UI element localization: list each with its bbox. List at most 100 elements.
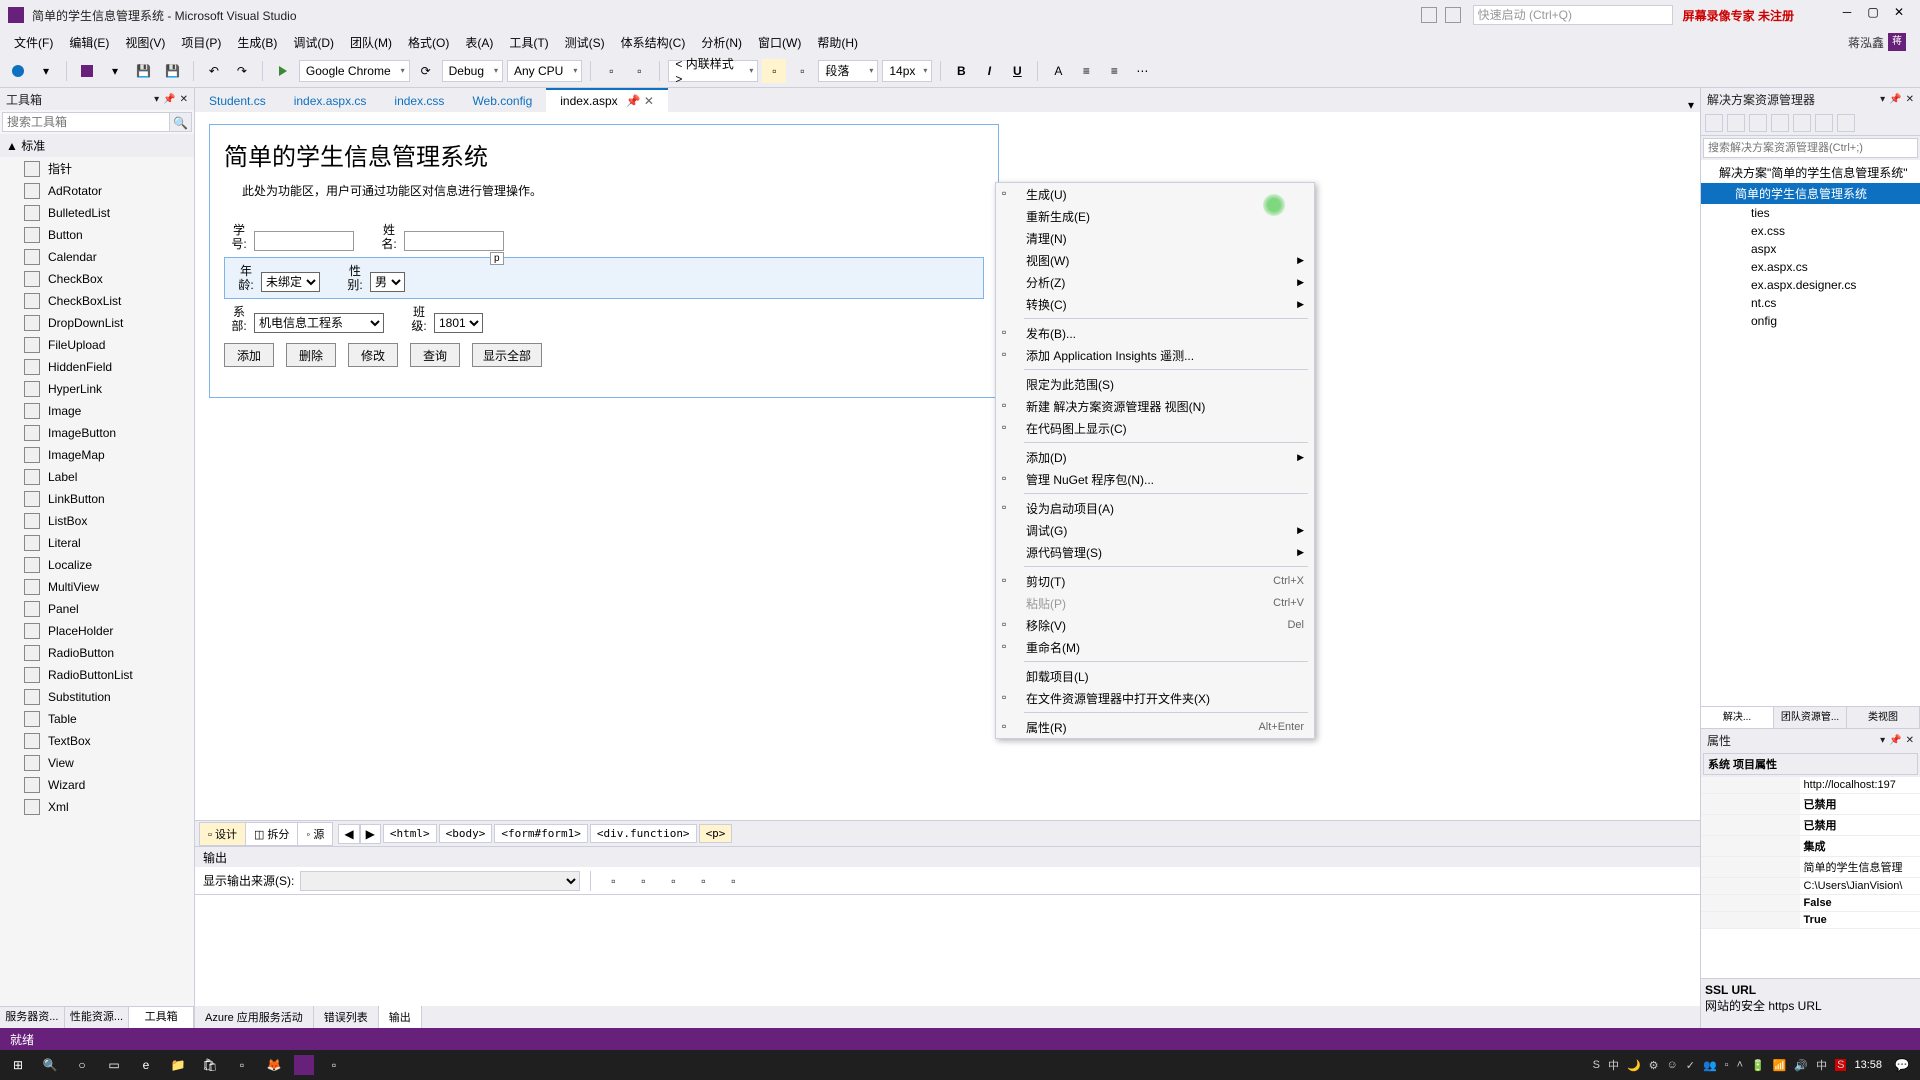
dropdown-icon[interactable]: ▾ <box>1880 94 1885 105</box>
context-menu-item[interactable]: ▫移除(V)Del <box>996 614 1314 636</box>
refresh-icon[interactable] <box>1749 114 1767 132</box>
breadcrumb-item[interactable]: <body> <box>439 824 493 843</box>
output-btn-2[interactable]: ▫ <box>631 869 655 893</box>
breadcrumb-item[interactable]: <p> <box>699 824 733 843</box>
sync-icon[interactable] <box>1727 114 1745 132</box>
class-select[interactable]: 1801 <box>434 313 483 333</box>
output-btn-1[interactable]: ▫ <box>601 869 625 893</box>
toolbox-item[interactable]: MultiView <box>0 576 194 598</box>
more-button[interactable]: ⋯ <box>1130 59 1154 83</box>
app-icon[interactable]: ▫ <box>230 1053 254 1077</box>
project-context-menu[interactable]: ▫生成(U)重新生成(E)清理(N)视图(W)▶分析(Z)▶转换(C)▶▫发布(… <box>995 182 1315 739</box>
context-menu-item[interactable]: ▫添加 Application Insights 遥测... <box>996 344 1314 366</box>
explorer-icon[interactable]: 📁 <box>166 1053 190 1077</box>
block-combo[interactable]: 段落 <box>818 60 878 82</box>
prop-value[interactable]: http://localhost:197 <box>1800 777 1920 793</box>
context-menu-item[interactable]: ▫重命名(M) <box>996 636 1314 658</box>
toolbox-item[interactable]: CheckBoxList <box>0 290 194 312</box>
toolbox-item[interactable]: Literal <box>0 532 194 554</box>
align-button[interactable]: ≡ <box>1074 59 1098 83</box>
age-select[interactable]: 未绑定 <box>261 272 320 292</box>
menu-item[interactable]: 测试(S) <box>557 31 613 54</box>
save-button[interactable]: 💾 <box>131 59 156 83</box>
context-menu-item[interactable]: 调试(G)▶ <box>996 519 1314 541</box>
fontsize-combo[interactable]: 14px <box>882 60 932 82</box>
toolbox-item[interactable]: ListBox <box>0 510 194 532</box>
tb-toggle-2[interactable]: ▫ <box>790 59 814 83</box>
menu-item[interactable]: 窗口(W) <box>750 31 809 54</box>
config-combo[interactable]: Debug <box>442 60 503 82</box>
close-button[interactable]: ✕ <box>1886 5 1912 25</box>
home-icon[interactable] <box>1705 114 1723 132</box>
context-menu-item[interactable]: ▫管理 NuGet 程序包(N)... <box>996 468 1314 490</box>
cortana-icon[interactable]: ○ <box>70 1053 94 1077</box>
toolbox-item[interactable]: Button <box>0 224 194 246</box>
toolbox-item[interactable]: RadioButton <box>0 642 194 664</box>
prop-value[interactable]: False <box>1800 895 1920 911</box>
toolbox-item[interactable]: HiddenField <box>0 356 194 378</box>
toolbox-item[interactable]: BulletedList <box>0 202 194 224</box>
fontcolor-button[interactable]: A <box>1046 59 1070 83</box>
right-panel-tab[interactable]: 类视图 <box>1847 706 1920 728</box>
output-tab[interactable]: Azure 应用服务活动 <box>195 1006 314 1028</box>
menu-item[interactable]: 视图(V) <box>117 31 173 54</box>
context-menu-item[interactable]: 清理(N) <box>996 227 1314 249</box>
toolbox-item[interactable]: Image <box>0 400 194 422</box>
underline-button[interactable]: U <box>1005 59 1029 83</box>
toolbox-tab[interactable]: 服务器资... <box>0 1007 65 1028</box>
breadcrumb-item[interactable]: <div.function> <box>590 824 697 843</box>
run-button[interactable] <box>271 59 295 83</box>
toolbox-item[interactable]: ImageButton <box>0 422 194 444</box>
app-icon-2[interactable]: ▫ <box>322 1053 346 1077</box>
output-tab[interactable]: 输出 <box>379 1006 422 1028</box>
close-icon[interactable]: ✕ <box>1906 735 1914 746</box>
document-tab[interactable]: index.aspx📌 ✕ <box>546 88 668 112</box>
new-file-button[interactable] <box>75 59 99 83</box>
context-menu-item[interactable]: ▫生成(U) <box>996 183 1314 205</box>
project-node[interactable]: 简单的学生信息管理系统 <box>1701 183 1920 204</box>
quick-launch-input[interactable]: 快速启动 (Ctrl+Q) <box>1473 5 1673 25</box>
context-menu-item[interactable]: 限定为此范围(S) <box>996 373 1314 395</box>
pin-icon[interactable]: 📌 <box>1889 94 1901 105</box>
prop-value[interactable]: 集成 <box>1800 836 1920 856</box>
close-tab-icon[interactable]: 📌 ✕ <box>626 94 654 108</box>
solution-file[interactable]: ties <box>1701 204 1920 222</box>
design-view-tab[interactable]: ▫ 设计 <box>199 822 246 846</box>
student-id-input[interactable] <box>254 231 354 251</box>
toolbox-item[interactable]: AdRotator <box>0 180 194 202</box>
toolbox-tab[interactable]: 性能资源... <box>65 1007 130 1028</box>
showall-button[interactable]: 显示全部 <box>472 343 542 367</box>
taskbar-clock[interactable]: 13:58 <box>1854 1059 1882 1071</box>
store-icon[interactable]: 🛍 <box>198 1053 222 1077</box>
dropdown-icon[interactable]: ▾ <box>1880 735 1885 746</box>
toolbox-item[interactable]: Substitution <box>0 686 194 708</box>
toolbox-item[interactable]: Calendar <box>0 246 194 268</box>
context-menu-item[interactable]: ▫发布(B)... <box>996 322 1314 344</box>
redo-button[interactable]: ↷ <box>230 59 254 83</box>
context-menu-item[interactable]: ▫在文件资源管理器中打开文件夹(X) <box>996 687 1314 709</box>
browser-combo[interactable]: Google Chrome <box>299 60 410 82</box>
properties-grid[interactable]: http://localhost:197已禁用已禁用集成简单的学生信息管理C:\… <box>1701 777 1920 978</box>
solution-search-input[interactable] <box>1703 138 1918 158</box>
breadcrumb-item[interactable]: <form#form1> <box>494 824 587 843</box>
open-button[interactable]: ▾ <box>103 59 127 83</box>
close-icon[interactable]: ✕ <box>180 94 188 105</box>
back-button[interactable] <box>6 59 30 83</box>
menu-item[interactable]: 文件(F) <box>6 31 61 54</box>
refresh-button[interactable]: ⟳ <box>414 59 438 83</box>
prop-value[interactable]: True <box>1800 912 1920 928</box>
context-menu-item[interactable]: 源代码管理(S)▶ <box>996 541 1314 563</box>
save-all-button[interactable]: 💾 <box>160 59 185 83</box>
document-tab[interactable]: Web.config <box>458 89 546 112</box>
system-tray[interactable]: S中🌙⚙☺✓👥▫ ˄ 🔋📶🔊中S <box>1593 1057 1847 1073</box>
menu-item[interactable]: 格式(O) <box>400 31 457 54</box>
context-menu-item[interactable]: 视图(W)▶ <box>996 249 1314 271</box>
edge-icon[interactable]: e <box>134 1053 158 1077</box>
toolbox-item[interactable]: Xml <box>0 796 194 818</box>
tb-icon-2[interactable]: ▫ <box>627 59 651 83</box>
menu-item[interactable]: 调试(D) <box>285 31 342 54</box>
context-menu-item[interactable]: ▫剪切(T)Ctrl+X <box>996 570 1314 592</box>
toolbox-item[interactable]: DropDownList <box>0 312 194 334</box>
context-menu-item[interactable]: ▫在代码图上显示(C) <box>996 417 1314 439</box>
document-tab[interactable]: index.css <box>380 89 458 112</box>
